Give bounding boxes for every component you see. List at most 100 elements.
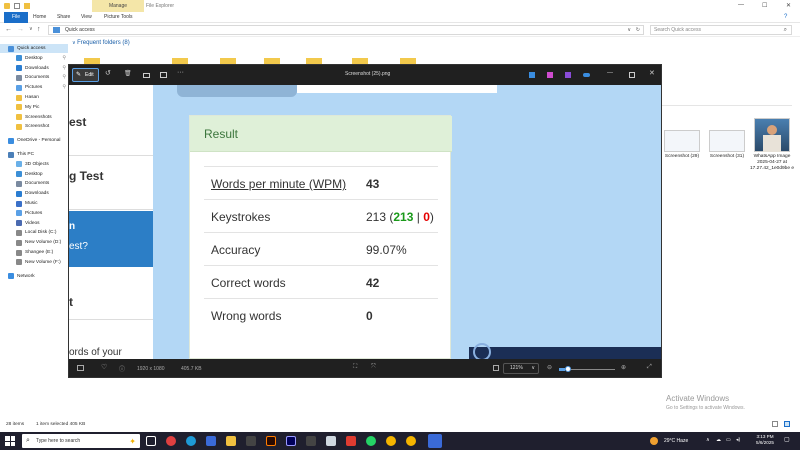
close-icon[interactable]: ✕ bbox=[786, 2, 791, 9]
edit-with-paint-icon[interactable] bbox=[529, 72, 535, 78]
full-screen-icon[interactable]: ⤢ bbox=[647, 364, 652, 371]
weather-text[interactable]: 29°C Haze bbox=[664, 438, 688, 444]
sidebar-item[interactable]: Documents ⚲ bbox=[6, 73, 68, 82]
sidebar-item[interactable]: Documents bbox=[6, 179, 68, 188]
help-icon[interactable]: ? bbox=[784, 14, 787, 20]
app-icon[interactable] bbox=[166, 436, 176, 446]
pin-icon[interactable]: ⚲ bbox=[62, 64, 66, 73]
up-icon[interactable]: ↑ bbox=[37, 26, 41, 33]
taskbar-clock[interactable]: 3:13 PM 5/6/2025 bbox=[752, 434, 778, 446]
app-icon[interactable] bbox=[246, 436, 256, 446]
file-thumbnail-whatsapp-image[interactable] bbox=[754, 118, 790, 152]
after-effects-icon[interactable] bbox=[286, 436, 296, 446]
sidebar-item[interactable]: Downloads ⚲ bbox=[6, 64, 68, 73]
file-explorer-icon[interactable] bbox=[226, 436, 236, 446]
maximize-icon[interactable] bbox=[629, 72, 635, 78]
large-icons-view-icon[interactable] bbox=[784, 421, 790, 427]
search-input[interactable]: Search Quick access ⌕ bbox=[650, 25, 792, 35]
sidebar-item[interactable]: My Pic bbox=[6, 103, 68, 112]
new-folder-icon[interactable] bbox=[24, 3, 30, 9]
sidebar-item[interactable]: This PC bbox=[0, 150, 68, 159]
file-thumbnail-screenshot-31[interactable] bbox=[709, 130, 745, 152]
manage-tab[interactable]: Manage bbox=[92, 0, 144, 12]
sidebar-item[interactable]: Network bbox=[0, 272, 68, 281]
zoom-slider-thumb[interactable] bbox=[565, 366, 571, 372]
app-icon[interactable] bbox=[326, 436, 336, 446]
app-icon[interactable] bbox=[206, 436, 216, 446]
sidebar-item[interactable]: Desktop ⚲ bbox=[6, 54, 68, 63]
illustrator-icon[interactable] bbox=[266, 436, 276, 446]
whatsapp-icon[interactable] bbox=[366, 436, 376, 446]
tab-picture-tools[interactable]: Picture Tools bbox=[104, 12, 133, 23]
more-options-icon[interactable]: ··· bbox=[177, 69, 185, 77]
sidebar-item[interactable]: Music bbox=[6, 199, 68, 208]
pin-icon[interactable]: ⚲ bbox=[62, 54, 66, 63]
app-icon[interactable] bbox=[306, 436, 316, 446]
filmstrip-icon[interactable] bbox=[77, 365, 84, 371]
zoom-in-icon[interactable]: ⊕ bbox=[621, 364, 626, 371]
close-icon[interactable]: ✕ bbox=[649, 69, 657, 77]
sidebar-item[interactable]: OneDrive - Personal bbox=[0, 136, 68, 145]
zoom-level-dropdown[interactable]: 121% ∨ bbox=[503, 363, 539, 374]
sidebar-item[interactable]: 3D Objects bbox=[6, 160, 68, 169]
notification-icon[interactable]: ▢ bbox=[784, 436, 790, 443]
info-icon[interactable]: ⓘ bbox=[119, 364, 125, 373]
tab-home[interactable]: Home bbox=[33, 12, 46, 23]
app-icon[interactable] bbox=[346, 436, 356, 446]
tab-file[interactable]: File bbox=[4, 12, 28, 23]
edit-button[interactable]: ✎ Edit bbox=[72, 68, 99, 82]
fit-icon[interactable]: ⛶ bbox=[353, 364, 357, 371]
maximize-icon[interactable]: ☐ bbox=[762, 2, 767, 9]
sidebar-item[interactable]: Hasan bbox=[6, 93, 68, 102]
refresh-icon[interactable]: ↻ bbox=[636, 26, 640, 34]
sidebar-item[interactable]: Screenshot bbox=[6, 122, 68, 131]
sidebar-item[interactable]: Downloads bbox=[6, 189, 68, 198]
cloud-icon[interactable]: ☁ bbox=[716, 437, 721, 443]
sidebar-item[interactable]: Local Disk (C:) bbox=[6, 228, 68, 237]
back-icon[interactable]: ← bbox=[5, 26, 12, 33]
share-icon[interactable] bbox=[160, 72, 167, 78]
actual-size-icon[interactable]: ⤧ bbox=[371, 364, 376, 371]
chrome-icon[interactable] bbox=[386, 436, 396, 446]
favorite-heart-icon[interactable]: ♡ bbox=[101, 363, 107, 371]
sidebar-item[interactable]: Pictures bbox=[6, 209, 68, 218]
rotate-icon[interactable]: ↺ bbox=[105, 69, 113, 77]
tab-share[interactable]: Share bbox=[57, 12, 70, 23]
onedrive-icon[interactable] bbox=[583, 73, 590, 77]
task-view-icon[interactable] bbox=[146, 436, 156, 446]
sidebar-item[interactable]: Desktop bbox=[6, 170, 68, 179]
chevron-down-icon[interactable]: ∨ bbox=[627, 26, 631, 34]
clipchamp-icon[interactable] bbox=[565, 72, 571, 78]
file-thumbnail-screenshot-29[interactable] bbox=[664, 130, 700, 152]
address-input[interactable]: Quick access ∨ ↻ bbox=[48, 25, 644, 35]
sidebar-item[interactable]: Pictures ⚲ bbox=[6, 83, 68, 92]
sidebar-item[interactable]: Screenshots bbox=[6, 113, 68, 122]
pin-icon[interactable]: ⚲ bbox=[62, 83, 66, 92]
network-icon[interactable]: ▭ bbox=[726, 437, 731, 443]
properties-icon[interactable] bbox=[14, 3, 20, 9]
taskbar-search-input[interactable]: ⌕ Type here to search ✦ bbox=[22, 434, 140, 448]
minimize-icon[interactable]: — bbox=[738, 2, 744, 8]
forward-icon[interactable]: → bbox=[17, 26, 24, 33]
fit-to-window-icon[interactable] bbox=[493, 365, 499, 371]
edge-icon[interactable] bbox=[186, 436, 196, 446]
chrome-icon[interactable] bbox=[406, 436, 416, 446]
sidebar-item[interactable]: New Volume (F:) bbox=[6, 258, 68, 267]
windows-start-icon[interactable] bbox=[5, 436, 15, 446]
print-icon[interactable] bbox=[143, 73, 150, 78]
sidebar-item[interactable]: Quick access bbox=[0, 44, 68, 53]
photos-active-icon[interactable] bbox=[428, 434, 442, 448]
tab-view[interactable]: View bbox=[81, 12, 92, 23]
frequent-folders-header[interactable]: ∨ Frequent folders (8) bbox=[72, 40, 130, 46]
details-view-icon[interactable] bbox=[772, 421, 778, 427]
sidebar-item[interactable]: New Volume (D:) bbox=[6, 238, 68, 247]
recent-locations-icon[interactable]: ∨ bbox=[29, 26, 33, 32]
copilot-icon[interactable] bbox=[547, 72, 553, 78]
zoom-out-icon[interactable]: ⊖ bbox=[547, 364, 552, 371]
pin-icon[interactable]: ⚲ bbox=[62, 73, 66, 82]
delete-icon[interactable]: 🗑 bbox=[124, 70, 132, 78]
sidebar-item[interactable]: Videos bbox=[6, 219, 68, 228]
minimize-icon[interactable]: — bbox=[607, 70, 615, 78]
sidebar-item[interactable]: Shangee (E:) bbox=[6, 248, 68, 257]
system-tray-chevron-icon[interactable]: ∧ bbox=[706, 437, 710, 443]
